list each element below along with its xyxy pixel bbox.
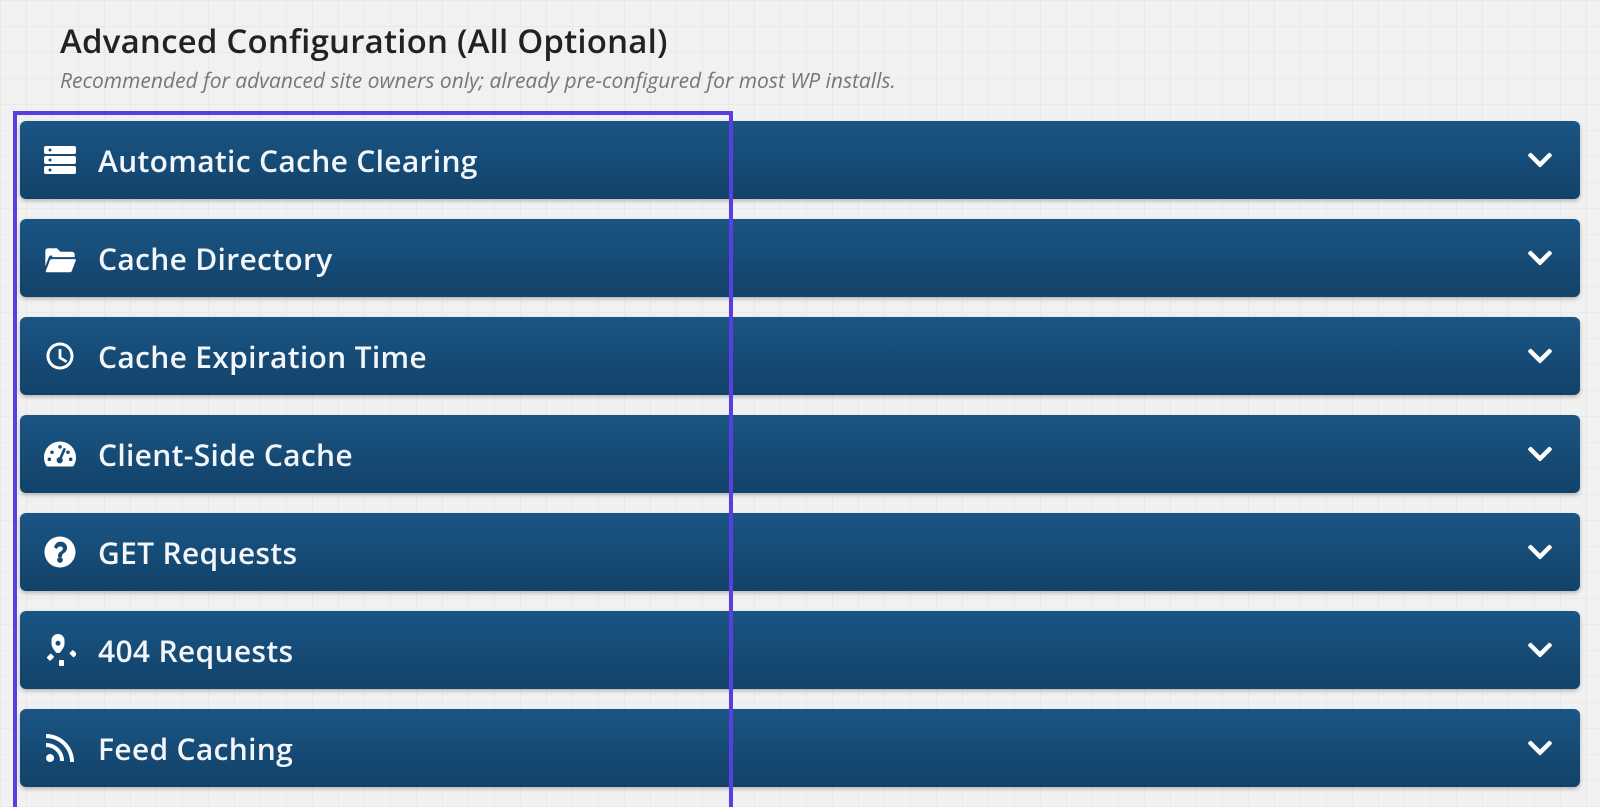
chevron-down-icon [1526,538,1554,566]
server-icon [40,140,80,180]
panel-label: GET Requests [98,532,1526,573]
panel-label: Automatic Cache Clearing [98,140,1526,181]
question-circle-icon [40,532,80,572]
panel-404-requests[interactable]: 404 Requests [20,611,1580,689]
panel-label: Feed Caching [98,728,1526,769]
page-subtitle: Recommended for advanced site owners onl… [60,67,1580,95]
panel-label: Cache Expiration Time [98,336,1526,377]
clock-icon [40,336,80,376]
panel-feed-caching[interactable]: Feed Caching [20,709,1580,787]
accordion-panels: Automatic Cache Clearing Cache Directory… [20,121,1580,787]
chevron-down-icon [1526,734,1554,762]
chevron-down-icon [1526,146,1554,174]
panel-label: Client-Side Cache [98,434,1526,475]
chevron-down-icon [1526,440,1554,468]
unlink-icon [40,630,80,670]
panel-cache-directory[interactable]: Cache Directory [20,219,1580,297]
panel-cache-expiration-time[interactable]: Cache Expiration Time [20,317,1580,395]
section-heading: Advanced Configuration (All Optional) Re… [20,0,1580,99]
rss-icon [40,728,80,768]
folder-open-icon [40,238,80,278]
panel-label: Cache Directory [98,238,1526,279]
chevron-down-icon [1526,342,1554,370]
chevron-down-icon [1526,244,1554,272]
panel-get-requests[interactable]: GET Requests [20,513,1580,591]
chevron-down-icon [1526,636,1554,664]
panel-automatic-cache-clearing[interactable]: Automatic Cache Clearing [20,121,1580,199]
gauge-icon [40,434,80,474]
page-title: Advanced Configuration (All Optional) [60,18,1580,63]
panel-label: 404 Requests [98,630,1526,671]
panel-client-side-cache[interactable]: Client-Side Cache [20,415,1580,493]
